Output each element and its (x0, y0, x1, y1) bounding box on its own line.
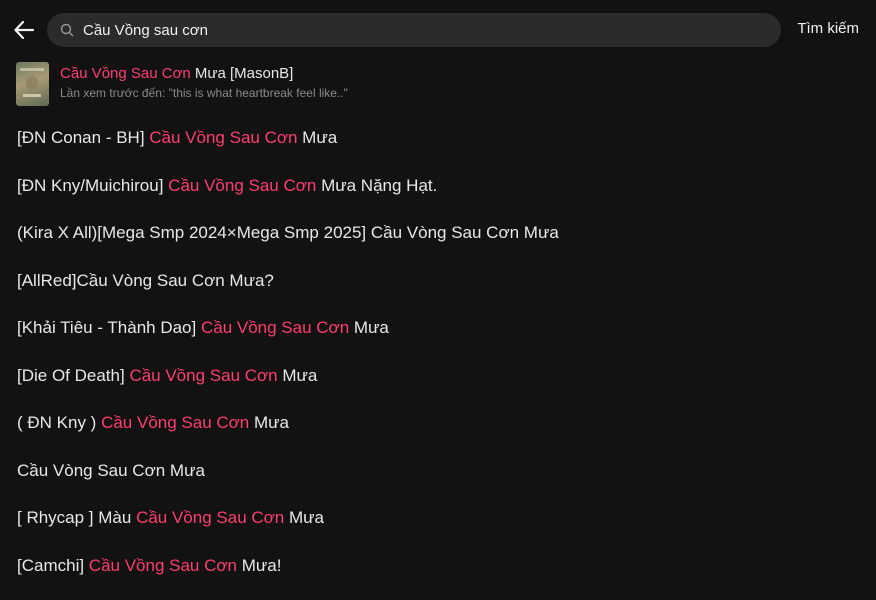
suggestion-highlight: Cầu Vồng Sau Cơn (149, 128, 298, 147)
suggestion-prefix: [ĐN Kny/Muichirou] (17, 176, 169, 195)
search-button[interactable]: Tìm kiếm (797, 20, 859, 37)
suggestion-item[interactable]: [ĐN Conan - BH] Cầu Vồng Sau Cơn Mưa (17, 127, 337, 149)
suggestion-highlight: Cầu Vồng Sau Cơn (101, 413, 250, 432)
suggestion-suffix: Mưa (249, 413, 289, 432)
back-arrow-icon (14, 20, 35, 40)
suggestion-item[interactable]: [ĐN Kny/Muichirou] Cầu Vồng Sau Cơn Mưa … (17, 175, 437, 197)
suggestion-suffix: Mưa (297, 128, 338, 147)
suggestion-item[interactable]: [AllRed]Cầu Vòng Sau Cơn Mưa? (17, 270, 274, 292)
suggestion-prefix: [Die Of Death] (17, 366, 130, 385)
search-box[interactable] (47, 13, 781, 47)
suggestion-suffix: Mưa! (236, 556, 282, 575)
top-bar: Tìm kiếm (0, 0, 876, 60)
top-result-item[interactable]: Cầu Vồng Sau Cơn Mưa [MasonB] Lần xem tr… (16, 62, 856, 108)
suggestion-prefix: [Camchi] (17, 556, 89, 575)
suggestion-suffix: Mưa (284, 508, 324, 527)
suggestion-prefix: [AllRed]Cầu Vòng Sau Cơn Mưa? (17, 271, 274, 290)
search-icon (60, 23, 74, 37)
suggestion-suffix: Mưa (277, 366, 318, 385)
suggestion-suffix: Mưa (349, 318, 389, 337)
back-button[interactable] (10, 16, 38, 44)
suggestion-prefix: Cầu Vòng Sau Cơn Mưa (17, 461, 205, 480)
suggestion-prefix: ( ĐN Kny ) (17, 413, 102, 432)
suggestion-prefix: (Kira X All)[Mega Smp 2024×Mega Smp 2025… (17, 223, 559, 242)
suggestion-prefix: [ĐN Conan - BH] (17, 128, 150, 147)
suggestion-item[interactable]: Cầu Vòng Sau Cơn Mưa (17, 460, 205, 482)
suggestion-item[interactable]: [Camchi] Cầu Vồng Sau Cơn Mưa! (17, 555, 281, 577)
suggestion-item[interactable]: [Die Of Death] Cầu Vồng Sau Cơn Mưa (17, 365, 317, 387)
suggestion-item[interactable]: [ Rhycap ] Màu Cầu Vồng Sau Cơn Mưa (17, 507, 324, 529)
suggestion-highlight: Cầu Vồng Sau Cơn (200, 318, 350, 337)
search-input[interactable] (83, 21, 723, 39)
suggestion-highlight: Cầu Vồng Sau Cơn (136, 508, 285, 527)
title-rest: Mưa [MasonB] (190, 65, 294, 82)
suggestion-highlight: Cầu Vồng Sau Cơn (88, 556, 237, 575)
suggestion-prefix: [Khải Tiêu - Thành Dao] (17, 318, 201, 337)
title-highlight: Cầu Vồng Sau Cơn (60, 65, 191, 82)
suggestion-item[interactable]: ( ĐN Kny ) Cầu Vồng Sau Cơn Mưa (17, 412, 289, 434)
suggestion-prefix: [ Rhycap ] Màu (17, 508, 137, 527)
last-read-caption: Lần xem trước đến: "this is what heartbr… (60, 86, 348, 100)
suggestion-highlight: Cầu Vồng Sau Cơn (168, 176, 317, 195)
suggestion-item[interactable]: (Kira X All)[Mega Smp 2024×Mega Smp 2025… (17, 222, 559, 244)
top-result-title: Cầu Vồng Sau Cơn Mưa [MasonB] (60, 64, 348, 83)
story-cover-thumbnail (16, 62, 49, 106)
suggestion-highlight: Cầu Vồng Sau Cơn (129, 366, 278, 385)
suggestion-suffix: Mưa Nặng Hạt. (316, 176, 438, 195)
suggestion-item[interactable]: [Khải Tiêu - Thành Dao] Cầu Vồng Sau Cơn… (17, 317, 389, 339)
